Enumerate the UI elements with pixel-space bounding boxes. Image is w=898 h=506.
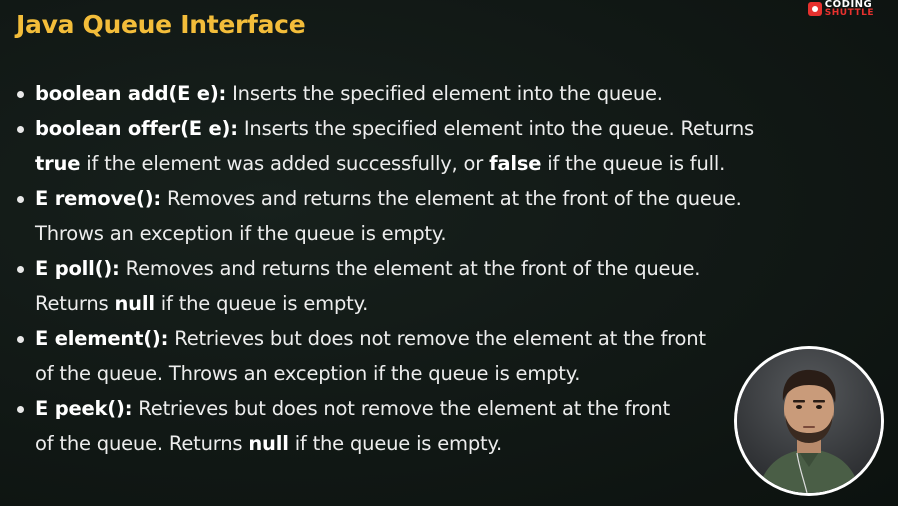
logo-text: CODING SHUTTLE xyxy=(825,0,874,18)
bullet-remove: E remove(): Removes and returns the elem… xyxy=(14,181,795,251)
bullet-peek: E peek(): Retrieves but does not remove … xyxy=(14,391,685,461)
logo-icon xyxy=(807,2,822,16)
bullet-dot-icon xyxy=(17,336,24,343)
keyword-null: null xyxy=(114,292,155,315)
method-description: if the element was added successfully, o… xyxy=(80,152,490,175)
bullet-element: E element(): Retrieves but does not remo… xyxy=(14,321,715,391)
presenter-webcam xyxy=(734,346,884,496)
method-signature: E peek(): xyxy=(35,397,133,420)
method-description: Inserts the specified element into the q… xyxy=(226,82,663,105)
method-description: if the queue is empty. xyxy=(154,292,369,315)
method-signature: boolean offer(E e): xyxy=(35,117,238,140)
bullet-add: boolean add(E e): Inserts the specified … xyxy=(14,76,735,111)
bullet-dot-icon xyxy=(17,406,24,413)
keyword-true: true xyxy=(35,152,81,175)
bullet-poll: E poll(): Removes and returns the elemen… xyxy=(14,251,755,321)
method-signature: boolean add(E e): xyxy=(35,82,227,105)
bullet-dot-icon xyxy=(17,91,24,98)
bullet-dot-icon xyxy=(17,126,24,133)
slide: Java Queue Interface CODING SHUTTLE bool… xyxy=(0,0,898,506)
method-description: if the queue is empty. xyxy=(288,432,503,455)
presenter-avatar-icon xyxy=(737,349,881,493)
keyword-null: null xyxy=(248,432,289,455)
presenter-avatar xyxy=(737,349,881,493)
method-description: Inserts the specified element into the q… xyxy=(237,117,754,140)
method-signature: E remove(): xyxy=(35,187,162,210)
method-signature: E poll(): xyxy=(35,257,120,280)
logo-line-2: SHUTTLE xyxy=(824,8,874,18)
method-list: boolean add(E e): Inserts the specified … xyxy=(14,76,814,461)
bullet-offer: boolean offer(E e): Inserts the specifie… xyxy=(14,111,805,181)
bullet-dot-icon xyxy=(17,196,24,203)
bullet-dot-icon xyxy=(17,266,24,273)
keyword-false: false xyxy=(489,152,542,175)
method-signature: E element(): xyxy=(35,327,169,350)
method-description: if the queue is full. xyxy=(541,152,726,175)
slide-title: Java Queue Interface xyxy=(16,10,306,39)
coding-shuttle-logo: CODING SHUTTLE xyxy=(807,0,874,18)
